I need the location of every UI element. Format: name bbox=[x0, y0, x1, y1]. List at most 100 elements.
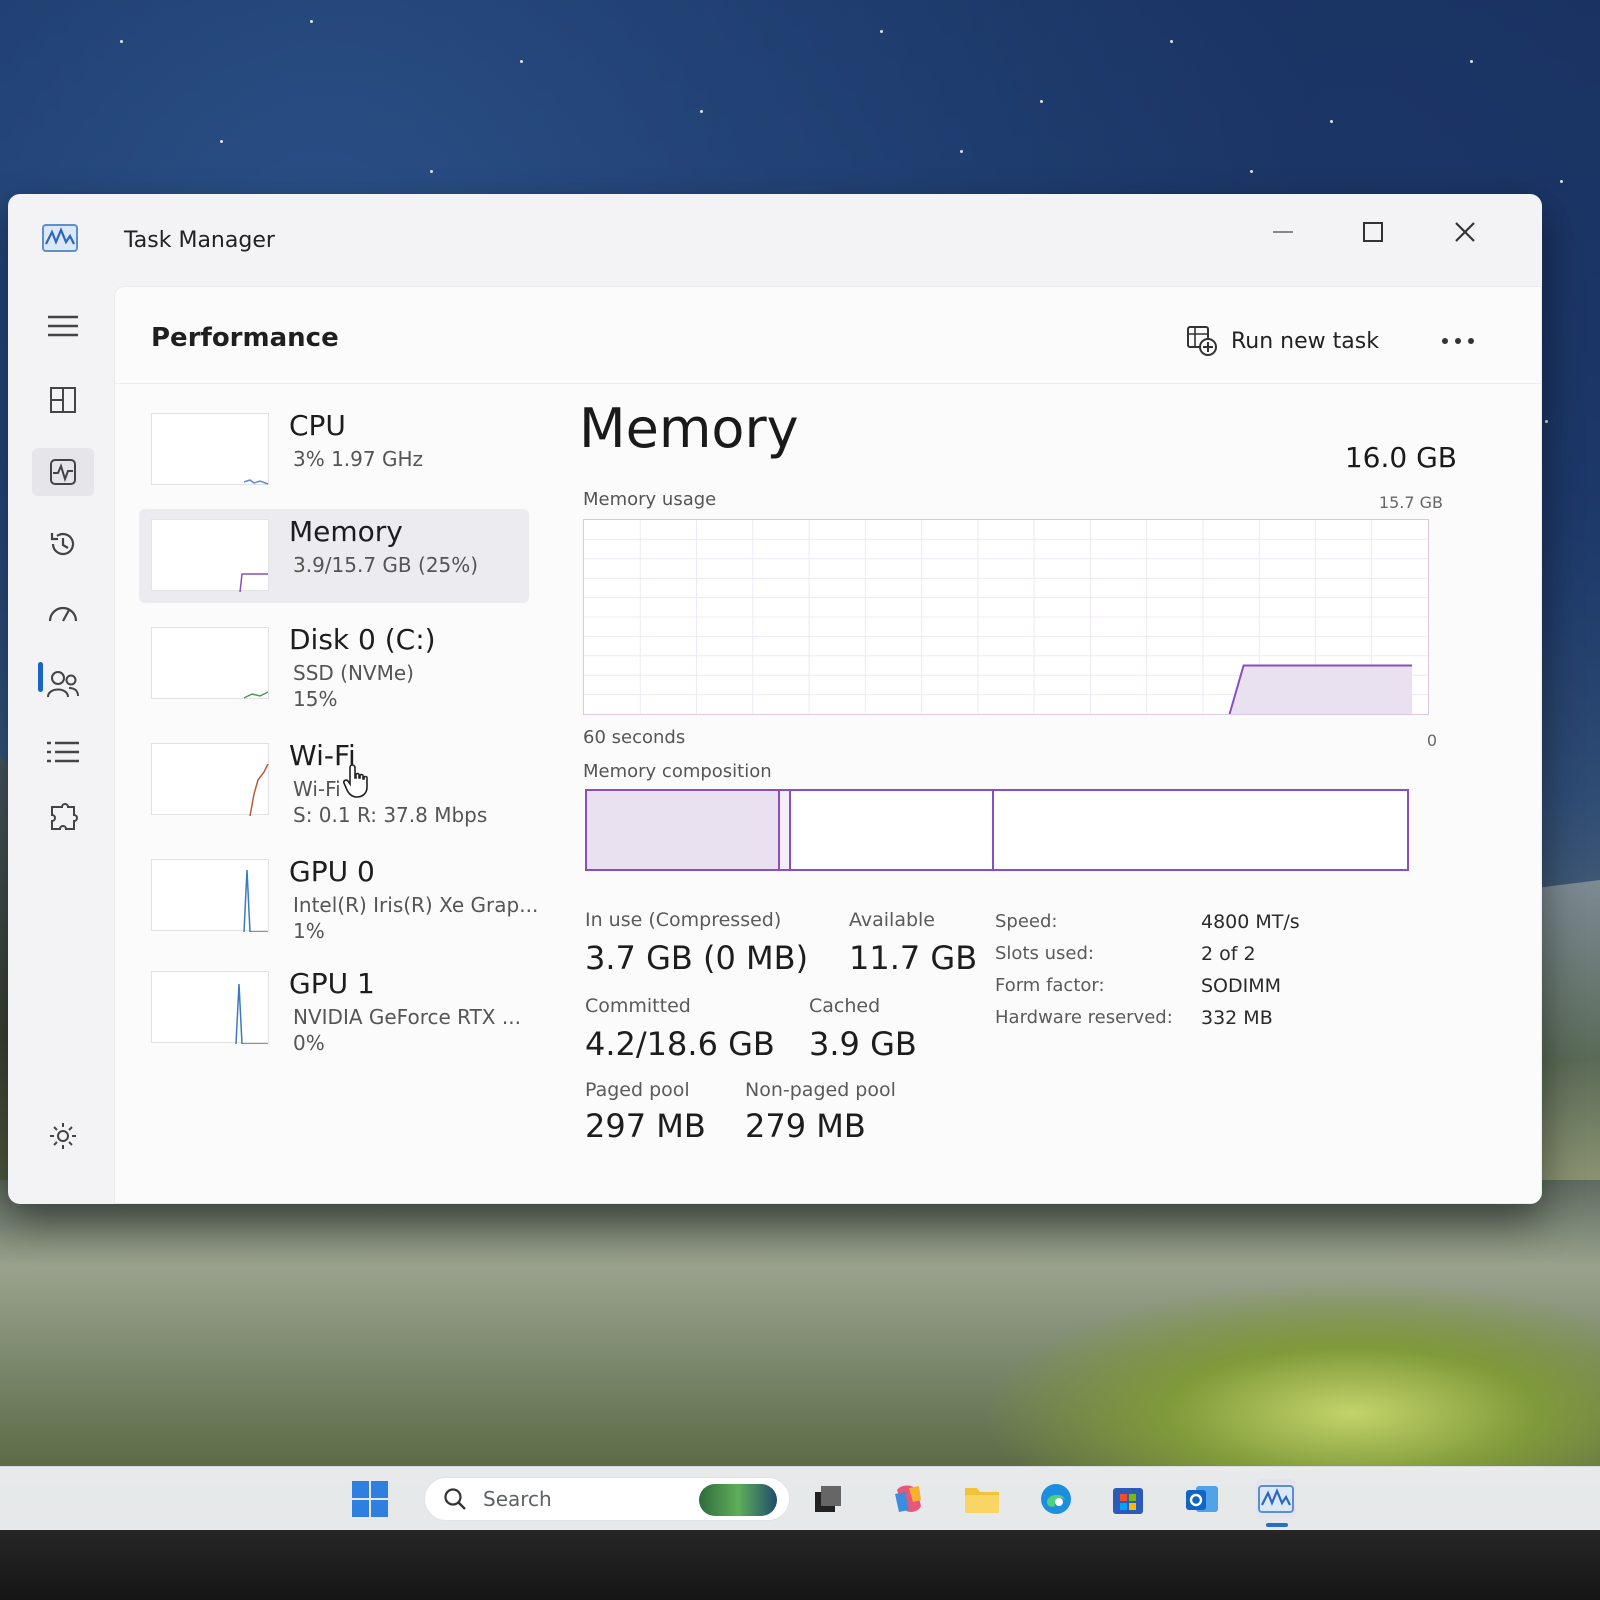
device-name: GPU 0 bbox=[289, 855, 375, 888]
file-explorer-button[interactable] bbox=[962, 1479, 1002, 1519]
device-gpu-1[interactable]: GPU 1 NVIDIA GeForce RTX ... 0% bbox=[139, 961, 529, 1055]
history-icon bbox=[50, 532, 75, 556]
store-icon bbox=[1113, 1488, 1143, 1514]
memory-usage-max: 15.7 GB bbox=[1378, 493, 1443, 512]
settings-gear-icon bbox=[50, 1123, 76, 1149]
header-divider bbox=[115, 383, 1541, 384]
device-name: GPU 1 bbox=[289, 967, 375, 1000]
memory-usage-graph bbox=[583, 519, 1429, 715]
performance-page: Performance Run new task CPU 3% 1.97 GHz… bbox=[114, 286, 1542, 1204]
nav-performance[interactable] bbox=[32, 448, 94, 496]
task-manager-window: Task Manager Performance Run new task CP… bbox=[8, 194, 1542, 1204]
memory-detail-panel: Memory 16.0 GB Memory usage 15.7 GB 60 s… bbox=[577, 397, 1477, 1177]
folder-icon bbox=[965, 1488, 999, 1513]
in-use-label: In use (Compressed) bbox=[585, 909, 782, 931]
composition-in-use bbox=[587, 791, 781, 869]
outlook-button[interactable] bbox=[1182, 1479, 1222, 1519]
star bbox=[520, 60, 523, 63]
nav-details[interactable] bbox=[32, 728, 94, 776]
navigation-rail bbox=[8, 286, 114, 1204]
run-new-task-label: Run new task bbox=[1231, 328, 1379, 354]
copilot-button[interactable] bbox=[888, 1479, 928, 1519]
device-detail: 3.9/15.7 GB (25%) bbox=[293, 553, 479, 577]
hand-cursor-icon bbox=[343, 764, 368, 798]
memory-thumbnail-graph bbox=[151, 519, 269, 593]
device-gpu-0[interactable]: GPU 0 Intel(R) Iris(R) Xe Grap... 1% bbox=[139, 849, 538, 943]
close-button[interactable] bbox=[1442, 216, 1488, 248]
windows-logo-icon bbox=[352, 1481, 388, 1517]
memory-composition-bar bbox=[585, 789, 1409, 871]
device-detail: Wi-Fi bbox=[293, 777, 341, 801]
device-memory[interactable]: Memory 3.9/15.7 GB (25%) bbox=[139, 509, 529, 603]
in-use-value: 3.7 GB (0 MB) bbox=[585, 939, 809, 977]
more-options-button[interactable] bbox=[1433, 325, 1483, 357]
title-bar[interactable]: Task Manager bbox=[8, 194, 1542, 286]
device-disk[interactable]: Disk 0 (C:) SSD (NVMe) 15% bbox=[139, 617, 529, 711]
nav-settings[interactable] bbox=[32, 1112, 94, 1160]
nav-services[interactable] bbox=[32, 794, 94, 842]
spec-form-factor-label: Form factor: bbox=[995, 975, 1105, 996]
star bbox=[430, 170, 433, 173]
hamburger-menu-button[interactable] bbox=[32, 302, 94, 350]
composition-free bbox=[994, 791, 1407, 869]
star bbox=[220, 140, 223, 143]
gpu0-thumbnail-graph bbox=[151, 859, 269, 933]
laptop-bezel bbox=[0, 1530, 1600, 1600]
wifi-thumbnail-graph bbox=[151, 743, 269, 817]
device-detail: Intel(R) Iris(R) Xe Grap... bbox=[293, 893, 539, 917]
star bbox=[1250, 170, 1253, 173]
spec-speed-label: Speed: bbox=[995, 911, 1058, 932]
device-detail-secondary: 15% bbox=[293, 687, 338, 711]
search-icon bbox=[444, 1488, 466, 1510]
nav-processes[interactable] bbox=[32, 376, 94, 424]
maximize-button[interactable] bbox=[1350, 216, 1396, 248]
minimize-button[interactable] bbox=[1260, 216, 1306, 248]
star bbox=[1560, 180, 1563, 183]
outlook-icon bbox=[1186, 1486, 1218, 1512]
star bbox=[1330, 120, 1333, 123]
star bbox=[1040, 100, 1043, 103]
device-detail-secondary: S: 0.1 R: 37.8 Mbps bbox=[293, 803, 488, 827]
nav-startup-apps[interactable] bbox=[32, 590, 94, 638]
users-icon bbox=[47, 671, 79, 698]
memory-title: Memory bbox=[579, 397, 799, 460]
edge-browser-button[interactable] bbox=[1036, 1479, 1076, 1519]
search-highlight-image bbox=[699, 1484, 777, 1516]
start-button[interactable] bbox=[350, 1479, 390, 1519]
taskbar-search[interactable]: Search bbox=[424, 1477, 790, 1521]
startup-speedometer-icon bbox=[48, 606, 78, 622]
composition-standby bbox=[790, 791, 995, 869]
details-list-icon bbox=[47, 741, 79, 763]
nav-app-history[interactable] bbox=[32, 520, 94, 568]
star bbox=[120, 40, 123, 43]
task-view-button[interactable] bbox=[808, 1479, 848, 1519]
device-name: Memory bbox=[289, 515, 403, 548]
copilot-icon bbox=[895, 1485, 921, 1512]
spec-form-factor-value: SODIMM bbox=[1201, 975, 1282, 997]
graph-time-span: 60 seconds bbox=[583, 727, 686, 748]
cpu-thumbnail-graph bbox=[151, 413, 269, 485]
spec-hw-reserved-label: Hardware reserved: bbox=[995, 1007, 1173, 1028]
run-new-task-icon bbox=[1187, 326, 1217, 356]
memory-usage-area bbox=[1229, 665, 1412, 714]
run-new-task-button[interactable]: Run new task bbox=[1187, 321, 1379, 361]
paged-pool-value: 297 MB bbox=[585, 1107, 706, 1145]
device-detail: 3% 1.97 GHz bbox=[293, 447, 424, 471]
edge-icon bbox=[1041, 1484, 1071, 1514]
disk-thumbnail-graph bbox=[151, 627, 269, 699]
committed-label: Committed bbox=[585, 995, 691, 1017]
spec-slots-label: Slots used: bbox=[995, 943, 1094, 964]
memory-composition-label: Memory composition bbox=[583, 761, 772, 782]
device-wifi[interactable]: Wi-Fi Wi-Fi S: 0.1 R: 37.8 Mbps bbox=[139, 733, 529, 827]
star bbox=[1170, 40, 1173, 43]
page-title: Performance bbox=[151, 323, 339, 353]
star bbox=[880, 30, 883, 33]
device-name: Disk 0 (C:) bbox=[289, 623, 436, 656]
task-manager-taskbar-button[interactable] bbox=[1256, 1479, 1296, 1519]
device-cpu[interactable]: CPU 3% 1.97 GHz bbox=[139, 403, 529, 497]
window-title: Task Manager bbox=[124, 228, 275, 253]
microsoft-store-button[interactable] bbox=[1108, 1479, 1148, 1519]
search-placeholder: Search bbox=[483, 1487, 552, 1511]
gpu1-thumbnail-graph bbox=[151, 971, 269, 1045]
device-detail: NVIDIA GeForce RTX ... bbox=[293, 1005, 521, 1029]
